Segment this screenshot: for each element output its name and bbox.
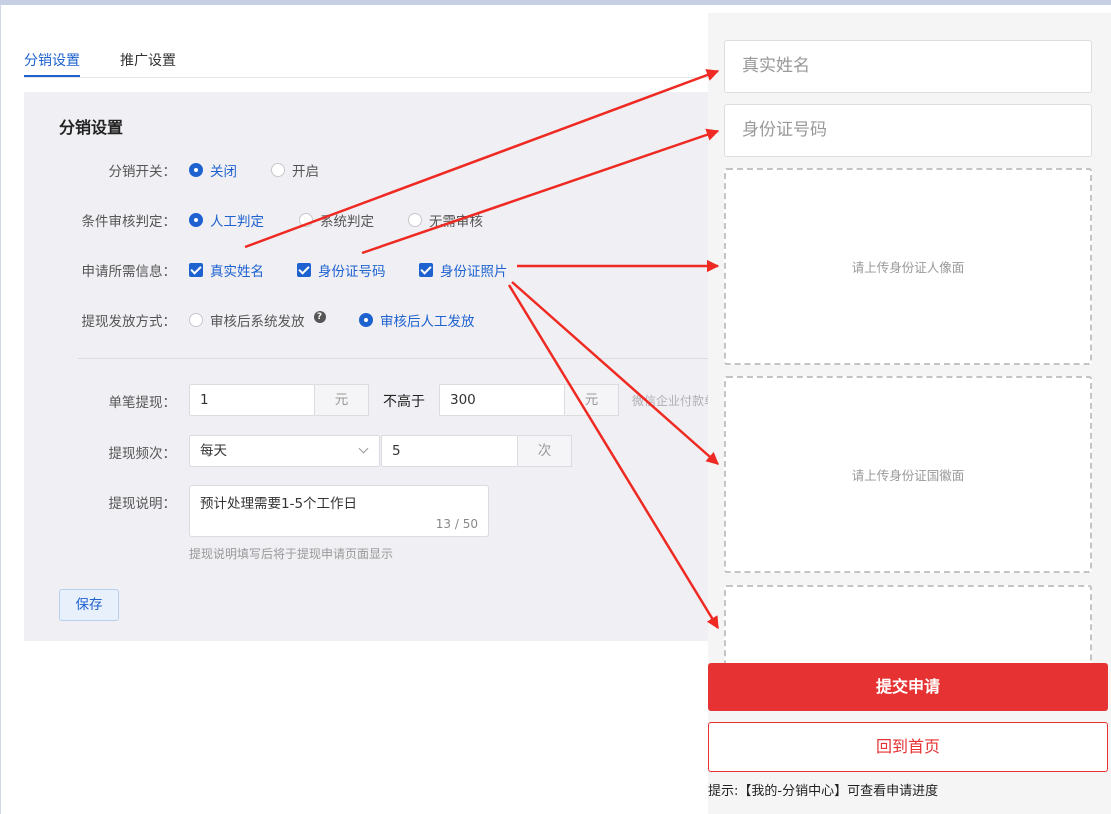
upload-id-front-label: 请上传身份证人像面 [851,260,965,275]
single-min-unit: 元 [315,384,369,416]
description-label: 提现说明： [108,496,177,512]
wechat-payment-note: 微信企业付款单 [632,394,714,408]
payout-manual-radio[interactable]: 审核后人工发放 [359,310,475,330]
audit-system-label: 系统判定 [320,214,374,230]
idnumber-field[interactable]: 身份证号码 [724,104,1092,157]
info-idnumber-label: 身份证号码 [318,264,386,280]
single-max-unit: 元 [565,384,619,416]
audit-none-label: 无需审核 [429,214,483,230]
audit-manual-radio[interactable]: 人工判定 [189,210,264,230]
upload-extra-box[interactable] [724,585,1092,663]
info-realname-checkbox[interactable]: 真实姓名 [189,260,264,280]
single-withdraw-label: 单笔提现： [108,395,177,411]
payout-manual-label: 审核后人工发放 [380,314,475,330]
radio-checked-icon [189,213,203,227]
tab-distribution-settings[interactable]: 分销设置 [24,50,80,70]
switch-label: 分销开关： [108,164,177,180]
not-higher-than-text: 不高于 [383,394,425,410]
card-title: 分销设置 [59,118,124,137]
audit-manual-label: 人工判定 [210,214,264,230]
info-label: 申请所需信息： [81,264,177,280]
frequency-count-input[interactable]: 5 [381,435,518,467]
save-button[interactable]: 保存 [59,589,119,621]
radio-unchecked-icon [408,213,422,227]
radio-unchecked-icon [299,213,313,227]
top-border [0,0,1111,5]
upload-id-back-label: 请上传身份证国徽面 [851,468,965,483]
question-icon[interactable]: ? [313,311,326,323]
submit-application-button[interactable]: 提交申请 [708,663,1108,711]
radio-unchecked-icon [189,313,203,327]
checkbox-checked-icon [189,263,203,277]
info-idphoto-checkbox[interactable]: 身份证照片 [419,260,508,280]
frequency-period-select[interactable]: 每天 [189,435,380,467]
audit-none-radio[interactable]: 无需审核 [408,210,483,230]
mobile-preview-panel: 真实姓名 身份证号码 请上传身份证人像面 请上传身份证国徽面 提交申请 回到首页… [708,13,1111,814]
description-textarea[interactable]: 预计处理需要1-5个工作日 13 / 50 [189,485,489,537]
switch-off-radio[interactable]: 关闭 [189,160,237,180]
back-home-button[interactable]: 回到首页 [708,722,1108,772]
radio-unchecked-icon [271,163,285,177]
info-idnumber-checkbox[interactable]: 身份证号码 [297,260,386,280]
radio-checked-icon [359,313,373,327]
description-value: 预计处理需要1-5个工作日 [200,496,358,512]
radio-checked-icon [189,163,203,177]
switch-on-label: 开启 [292,164,319,180]
settings-card: 分销设置 分销开关： 关闭 开启 条件审核判定： 人工判定 系统判定 无需审核 … [24,92,714,641]
upload-id-back[interactable]: 请上传身份证国徽面 [724,376,1092,573]
switch-off-label: 关闭 [210,164,237,180]
single-min-input[interactable]: 1 [189,384,315,416]
switch-on-radio[interactable]: 开启 [271,160,319,180]
payout-label: 提现发放方式： [81,314,177,330]
left-border [0,5,1,814]
frequency-label: 提现频次： [108,446,177,462]
upload-id-front[interactable]: 请上传身份证人像面 [724,168,1092,365]
audit-label: 条件审核判定： [81,214,177,230]
active-tab-underline [24,75,80,77]
payout-system-label: 审核后系统发放 [210,314,305,330]
frequency-unit: 次 [518,435,572,467]
checkbox-checked-icon [419,263,433,277]
divider [78,358,714,359]
info-realname-label: 真实姓名 [210,264,264,280]
checkbox-checked-icon [297,263,311,277]
progress-tip: 提示:【我的-分销中心】可查看申请进度 [708,784,939,799]
info-idphoto-label: 身份证照片 [440,264,508,280]
char-counter: 13 / 50 [435,517,478,531]
realname-field[interactable]: 真实姓名 [724,40,1092,93]
tab-promotion-settings[interactable]: 推广设置 [120,50,176,70]
frequency-period-value: 每天 [200,443,227,459]
tab-bar: 分销设置 推广设置 [24,44,714,78]
single-max-input[interactable]: 300 [439,384,565,416]
chevron-down-icon [358,443,369,454]
description-hint: 提现说明填写后将于提现申请页面显示 [189,547,394,561]
audit-system-radio[interactable]: 系统判定 [299,210,374,230]
payout-system-radio[interactable]: 审核后系统发放 ? [189,310,326,330]
